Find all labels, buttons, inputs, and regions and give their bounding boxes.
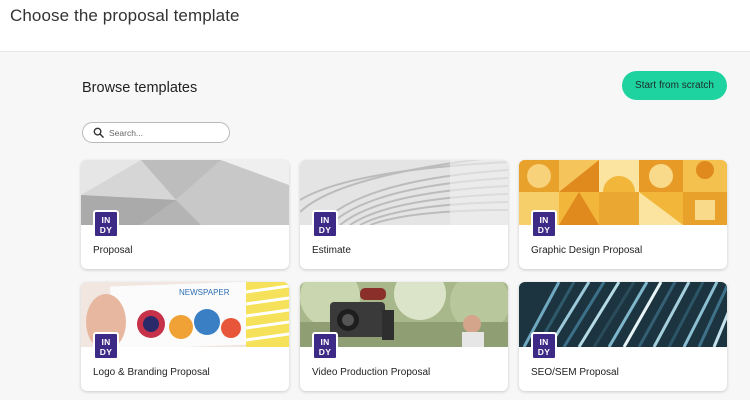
indy-logo: IN DY: [312, 210, 338, 238]
template-card-video-production[interactable]: IN DY Video Production Proposal: [300, 282, 508, 391]
page-title: Choose the proposal template: [10, 6, 240, 25]
start-from-scratch-button[interactable]: Start from scratch: [622, 71, 727, 100]
browse-templates-heading: Browse templates: [82, 80, 198, 96]
template-label: SEO/SEM Proposal: [531, 367, 619, 378]
search-box[interactable]: [82, 122, 230, 143]
template-card-proposal[interactable]: IN DY Proposal: [81, 160, 289, 269]
search-input[interactable]: [109, 125, 224, 140]
template-card-graphic-design[interactable]: IN DY Graphic Design Proposal: [519, 160, 727, 269]
indy-logo: IN DY: [93, 210, 119, 238]
template-card-estimate[interactable]: IN DY Estimate: [300, 160, 508, 269]
indy-logo: IN DY: [531, 210, 557, 238]
indy-logo: IN DY: [93, 332, 119, 360]
template-label: Logo & Branding Proposal: [93, 367, 210, 378]
template-label: Estimate: [312, 245, 351, 256]
newspaper-thumb-text: NEWSPAPER: [179, 288, 230, 297]
template-card-seo-sem[interactable]: IN DY SEO/SEM Proposal: [519, 282, 727, 391]
indy-logo: IN DY: [312, 332, 338, 360]
indy-logo: IN DY: [531, 332, 557, 360]
template-label: Graphic Design Proposal: [531, 245, 643, 256]
template-card-logo-branding[interactable]: NEWSPAPER IN DY Logo & Branding Proposal: [81, 282, 289, 391]
top-bar: Choose the proposal template: [0, 0, 750, 52]
template-label: Video Production Proposal: [312, 367, 431, 378]
template-label: Proposal: [93, 245, 133, 256]
search-icon: [93, 127, 104, 138]
